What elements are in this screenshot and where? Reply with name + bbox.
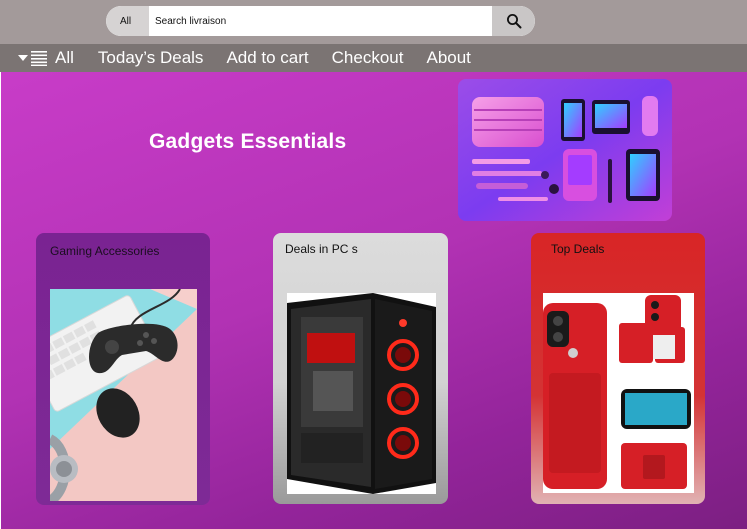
nav-about[interactable]: About [426, 44, 470, 72]
top-deals-card[interactable]: Top Deals [531, 233, 705, 504]
search-category-label: All [119, 15, 132, 27]
menu-toggle[interactable] [18, 50, 47, 66]
nav-all[interactable]: All [55, 44, 74, 72]
search-input[interactable] [155, 6, 485, 36]
top-bar: All [0, 0, 747, 44]
nav-add-to-cart[interactable]: Add to cart [226, 44, 308, 72]
nav-bar: All Today’s Deals Add to cart Checkout A… [0, 44, 747, 72]
list-menu-icon [31, 51, 47, 66]
gaming-accessories-card[interactable]: Gaming Accessories [36, 233, 210, 505]
deals-in-pcs-card[interactable]: Deals in PC s [273, 233, 448, 504]
caret-down-icon [18, 55, 28, 61]
hero-title: Gadgets Essentials [149, 130, 347, 153]
search-bar: All [106, 6, 535, 36]
card-title: Top Deals [551, 242, 605, 256]
search-category-dropdown[interactable]: All [106, 6, 149, 36]
main-content: Gadgets Essentials Gaming Accessories De… [1, 72, 747, 529]
phone-cases-image [543, 293, 694, 493]
card-title: Deals in PC s [285, 242, 358, 256]
gaming-accessories-image [50, 289, 197, 501]
card-title: Gaming Accessories [50, 244, 160, 258]
gaming-pc-image [287, 293, 436, 494]
hero-gadgets-image [458, 79, 672, 221]
nav-todays-deals[interactable]: Today’s Deals [98, 44, 204, 72]
search-icon [506, 14, 521, 29]
search-button[interactable] [492, 6, 535, 36]
nav-checkout[interactable]: Checkout [332, 44, 404, 72]
